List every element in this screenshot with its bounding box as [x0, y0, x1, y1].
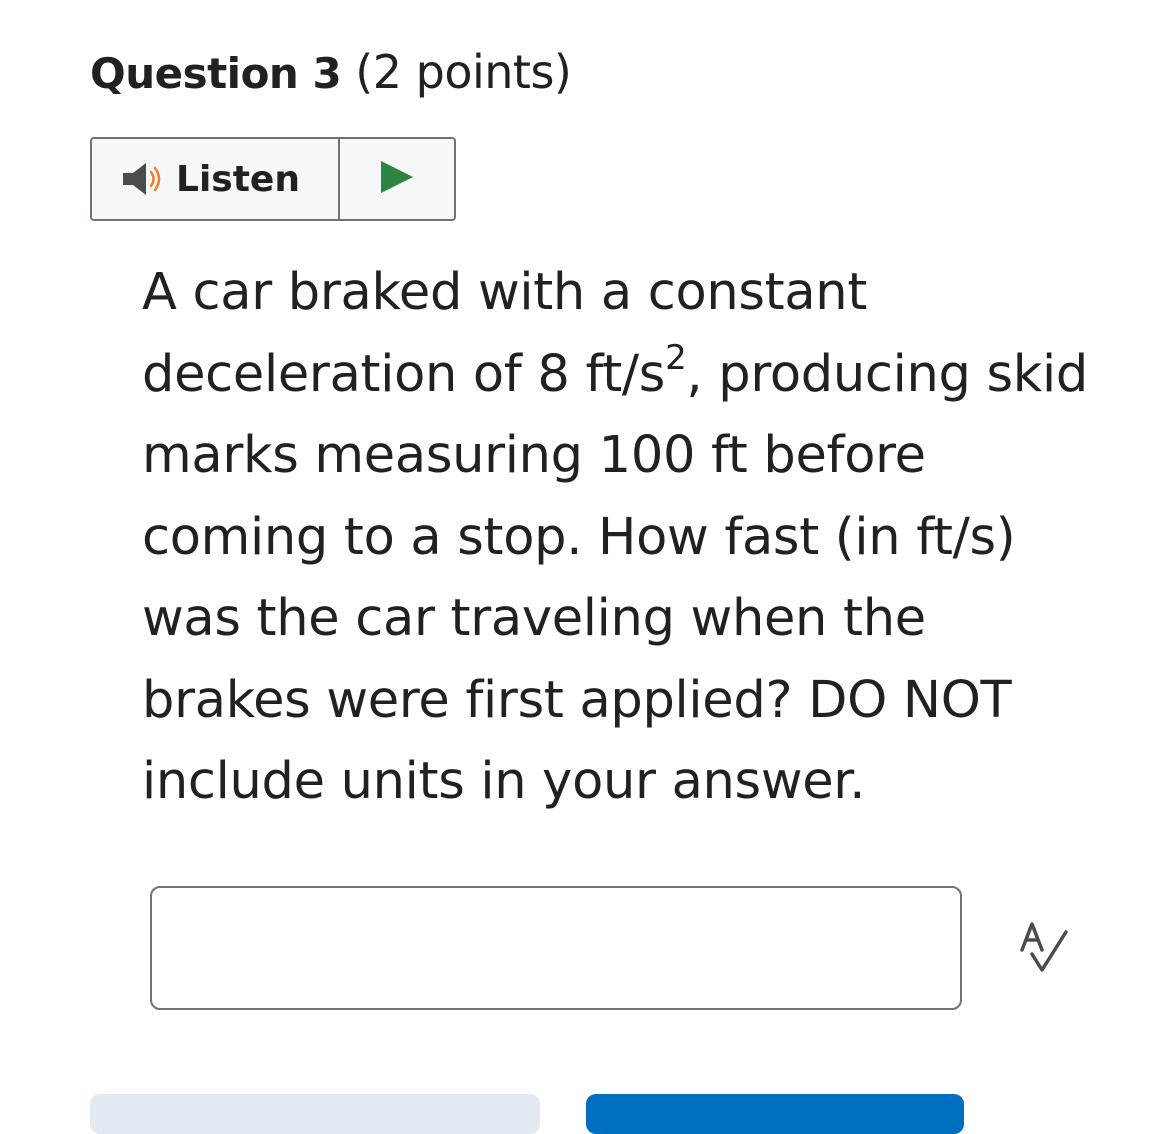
- secondary-button[interactable]: [90, 1094, 540, 1134]
- answer-input[interactable]: [150, 886, 962, 1010]
- prompt-superscript: 2: [665, 337, 687, 378]
- play-icon: [377, 157, 417, 201]
- play-button[interactable]: [340, 139, 454, 219]
- question-header: Question 3 (2 points): [90, 40, 572, 106]
- spellcheck-icon[interactable]: [1018, 918, 1080, 984]
- question-points: (2 points): [355, 45, 572, 99]
- listen-button[interactable]: Listen: [92, 139, 340, 219]
- read-aloud-widget: Listen: [90, 137, 456, 221]
- listen-label: Listen: [176, 158, 300, 200]
- question-prompt: A car braked with a constant deceleratio…: [142, 252, 1102, 823]
- prompt-text-end: , producing skid marks measuring 100 ft …: [142, 344, 1088, 812]
- speaker-icon: [122, 159, 164, 199]
- primary-button[interactable]: [586, 1094, 964, 1134]
- question-number: Question 3: [90, 49, 342, 98]
